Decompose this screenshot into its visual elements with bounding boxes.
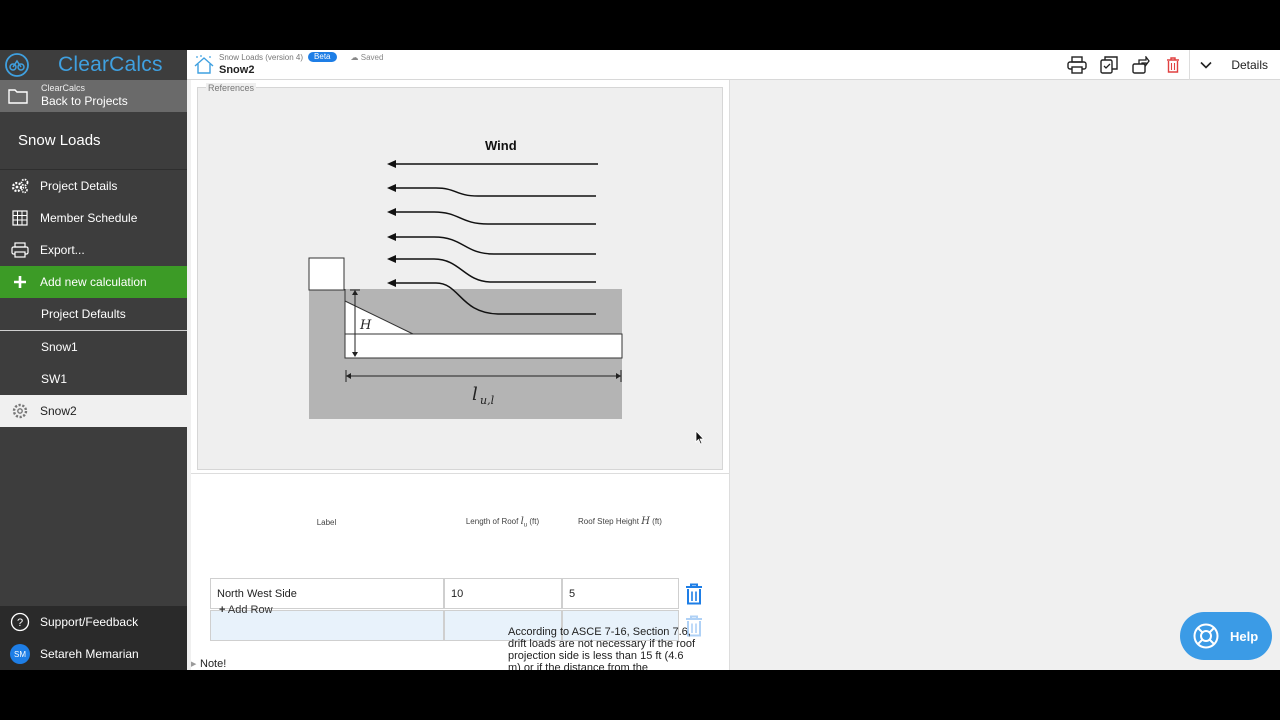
lifebuoy-icon: [1193, 623, 1219, 649]
nav-label: Member Schedule: [40, 211, 138, 225]
header: Snow Loads (version 4) Beta ☁ Saved Snow…: [187, 50, 1280, 80]
delete-row-trash-icon[interactable]: [684, 583, 704, 605]
nav-label: Add new calculation: [40, 275, 147, 289]
plus-icon: +: [219, 604, 226, 616]
references-section: References H l u,l Wind: [197, 83, 723, 470]
export-icon: [1132, 56, 1151, 74]
gear-icon: [12, 403, 28, 419]
copy-icon: [1100, 56, 1119, 74]
details-button[interactable]: Details: [1221, 58, 1280, 72]
app-window: ClearCalcs ClearCalcs Back to Projects S…: [0, 50, 1280, 670]
help-circle-icon: ?: [10, 612, 30, 632]
roof-step-drift-diagram: H l u,l Wind: [308, 138, 623, 419]
add-row-button[interactable]: + Add Row: [219, 604, 273, 616]
length-input[interactable]: 10: [444, 578, 562, 609]
brand-name: ClearCalcs: [58, 53, 163, 76]
nav-member-schedule[interactable]: Member Schedule: [0, 202, 187, 234]
nav-calc-snow2[interactable]: Snow2: [0, 395, 187, 427]
help-label: Help: [1230, 628, 1259, 644]
cloud-icon: ☁: [350, 52, 359, 62]
expand-toggle[interactable]: [1189, 50, 1221, 80]
add-new-calculation-button[interactable]: Add new calculation: [0, 266, 187, 298]
printer-icon: [1067, 56, 1088, 74]
height-column-header: Roof Step Height H (ft): [578, 516, 662, 527]
avatar: SM: [10, 644, 30, 664]
clearcalcs-logo-icon: [5, 53, 29, 77]
nav-project-defaults[interactable]: Project Defaults: [0, 298, 187, 330]
length-column-header: Length of Roof lu (ft): [465, 516, 540, 529]
height-input[interactable]: 5: [562, 578, 679, 609]
move-button[interactable]: [1125, 50, 1157, 80]
support-feedback-link[interactable]: ? Support/Feedback: [0, 606, 187, 638]
details-pane: [729, 80, 1280, 670]
print-button[interactable]: [1061, 50, 1093, 80]
nav-label: Snow2: [40, 404, 77, 418]
back-to-projects[interactable]: ClearCalcs Back to Projects: [0, 80, 187, 112]
wind-label: Wind: [485, 138, 517, 153]
delete-calc-button[interactable]: [1157, 50, 1189, 80]
length-subscript: u,l: [480, 394, 495, 407]
house-snow-icon: [194, 55, 214, 74]
section-divider: [191, 473, 729, 474]
nav-export[interactable]: Export...: [0, 234, 187, 266]
nav-label: Snow1: [41, 340, 78, 354]
height-label: H: [359, 318, 372, 333]
gears-icon: [11, 178, 29, 194]
nav-label: SW1: [41, 372, 68, 386]
svg-text:?: ?: [17, 617, 23, 629]
note-text: According to ASCE 7-16, Section 7.6, dri…: [508, 626, 696, 670]
grid-icon: [12, 210, 28, 226]
nav-project-details[interactable]: Project Details: [0, 170, 187, 202]
nav-label: Project Details: [40, 179, 118, 193]
expand-caret-icon[interactable]: ▶: [191, 660, 196, 668]
beta-badge: Beta: [308, 52, 337, 62]
user-account[interactable]: SM Setareh Memarian: [0, 638, 187, 670]
chevron-down-icon: [1200, 61, 1212, 69]
calc-title[interactable]: Snow2: [219, 64, 254, 76]
folder-icon: [8, 89, 28, 104]
sidebar: ClearCalcs ClearCalcs Back to Projects S…: [0, 50, 187, 670]
back-org-label: ClearCalcs: [41, 83, 86, 93]
mouse-cursor-icon: [695, 430, 705, 445]
calc-type: Snow Loads (version 4): [219, 52, 304, 62]
help-button[interactable]: Help: [1180, 612, 1272, 660]
label-column-header: Label: [316, 518, 337, 527]
length-label: l: [472, 384, 478, 405]
project-title: Snow Loads: [0, 112, 187, 170]
nav-calc-snow1[interactable]: Snow1: [0, 331, 187, 363]
trash-icon: [1167, 57, 1180, 73]
back-label: Back to Projects: [41, 94, 128, 108]
nav-calc-sw1[interactable]: SW1: [0, 363, 187, 395]
nav-label: Project Defaults: [41, 307, 126, 321]
plus-icon: [14, 276, 26, 288]
duplicate-button[interactable]: [1093, 50, 1125, 80]
note-label[interactable]: Note!: [200, 658, 226, 670]
user-name: Setareh Memarian: [40, 647, 139, 661]
saved-status: ☁ Saved: [350, 52, 384, 62]
nav-label: Export...: [40, 243, 85, 257]
printer-icon: [11, 242, 29, 258]
brand[interactable]: ClearCalcs: [0, 50, 187, 80]
nav-label: Support/Feedback: [40, 615, 139, 629]
calculation-panel: References H l u,l Wind Label Length of …: [191, 80, 729, 670]
